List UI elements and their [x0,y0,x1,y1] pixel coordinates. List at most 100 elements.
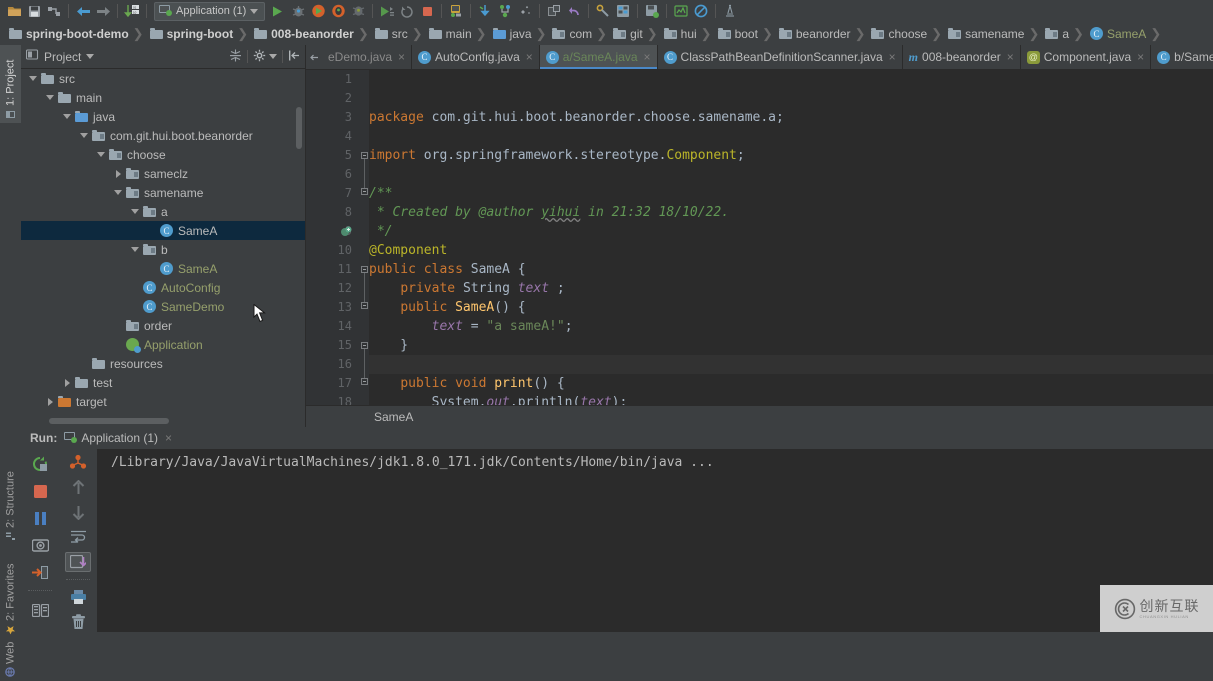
tree-node-application[interactable]: Application [21,335,305,354]
run-icon[interactable] [268,1,288,21]
rerun-icon[interactable] [397,1,417,21]
chevron-right-icon[interactable] [112,164,124,183]
down-arrow-icon[interactable] [65,502,91,522]
back-arrow-icon[interactable] [73,1,93,21]
chevron-down-icon[interactable] [269,54,277,59]
undo-icon[interactable] [564,1,584,21]
tree-node-a[interactable]: a [21,202,305,221]
tree-node-b[interactable]: b [21,240,305,259]
forward-arrow-icon[interactable] [93,1,113,21]
trash-icon[interactable] [65,612,91,632]
spring-bean-gutter-icon[interactable] [340,226,352,238]
save-all-icon[interactable] [24,1,44,21]
settings-gear-icon[interactable] [253,49,266,65]
export-icon[interactable] [27,561,53,583]
tree-expander[interactable] [112,316,124,335]
chevron-down-icon[interactable] [86,54,95,59]
rerun-icon[interactable] [27,453,53,475]
settings-wrench-icon[interactable] [593,1,613,21]
tree-vertical-scrollbar[interactable] [296,107,302,149]
tree-node-main[interactable]: main [21,88,305,107]
tree-expander[interactable] [146,259,158,278]
close-icon[interactable]: × [889,50,896,64]
debug-icon[interactable] [288,1,308,21]
tree-expander[interactable] [129,297,141,316]
tree-node-com-git-hui-boot-beanorder[interactable]: com.git.hui.boot.beanorder [21,126,305,145]
monitor-icon[interactable] [671,1,691,21]
console-output[interactable]: /Library/Java/JavaVirtualMachines/jdk1.8… [97,449,1213,632]
tree-horizontal-scrollbar[interactable] [49,418,169,424]
fold-marker-icon[interactable] [361,152,368,159]
save-settings-icon[interactable] [642,1,662,21]
camera-icon[interactable] [27,534,53,556]
tree-node-java[interactable]: java [21,107,305,126]
tree-node-target[interactable]: target [21,392,305,411]
editor-tab-edemo-java[interactable]: eDemo.java × [322,45,413,69]
run-with-coverage-icon[interactable] [308,1,328,21]
breadcrumb-item-spring-boot[interactable]: spring-boot [145,22,237,45]
tree-expander[interactable] [129,278,141,297]
update-app-icon[interactable] [377,1,397,21]
chevron-down-icon[interactable] [44,88,56,107]
pause-icon[interactable] [27,507,53,529]
breadcrumb-item-java[interactable]: java [488,22,535,45]
tree-node-samea[interactable]: C SameA [21,259,305,278]
editor-tab-a-samea-java[interactable]: Ca/SameA.java × [539,45,658,69]
close-icon[interactable]: × [1007,50,1014,64]
open-folder-icon[interactable] [4,1,24,21]
tree-expander[interactable] [146,221,158,240]
breadcrumb-item-hui[interactable]: hui [659,22,700,45]
tree-node-test[interactable]: test [21,373,305,392]
up-arrow-icon[interactable] [65,478,91,498]
sidebar-item-structure[interactable]: 2: Structure [0,453,21,545]
breadcrumb-item-boot[interactable]: boot [713,22,761,45]
tree-node-autoconfig[interactable]: C AutoConfig [21,278,305,297]
sidebar-item-web[interactable]: Web [0,641,21,681]
code-text[interactable]: package com.git.hui.boot.beanorder.choos… [369,70,1213,428]
tree-node-samea[interactable]: C SameA [21,221,305,240]
fold-marker-icon[interactable] [361,302,368,309]
editor-tab-classpathbeandefinitionscanner-java[interactable]: C ClassPathBeanDefinitionScanner.java × [658,45,903,69]
no-entry-icon[interactable] [691,1,711,21]
breadcrumb-item-choose[interactable]: choose [866,22,930,45]
chevron-down-icon[interactable] [129,240,141,259]
build-icon[interactable] [446,1,466,21]
chevron-down-icon[interactable] [61,107,73,126]
tree-expander[interactable] [78,354,90,373]
project-structure-icon[interactable] [613,1,633,21]
breadcrumb-item-spring-boot-demo[interactable]: spring-boot-demo [4,22,132,45]
breadcrumb-item-src[interactable]: src [370,22,411,45]
close-icon[interactable]: × [644,50,651,64]
soft-wrap-icon[interactable] [65,527,91,547]
run-tab[interactable]: Application (1) × [63,431,172,446]
attach-icon[interactable] [348,1,368,21]
sync-icon[interactable] [44,1,64,21]
breadcrumb-item-beanorder[interactable]: beanorder [774,22,854,45]
print-icon[interactable] [65,588,91,608]
compile-icon[interactable]: 01 10 [122,1,142,21]
chevron-down-icon[interactable] [27,69,39,88]
collapse-all-icon[interactable] [229,49,242,65]
chevron-right-icon[interactable] [44,392,56,411]
tabs-scroll-left-icon[interactable] [306,45,322,69]
tree-node-src[interactable]: src [21,69,305,88]
code-folding-strip[interactable] [360,70,369,407]
editor-tab-008-beanorder[interactable]: m 008-beanorder × [903,45,1021,69]
search-everywhere-icon[interactable] [720,1,740,21]
breadcrumb-item-git[interactable]: git [608,22,646,45]
editor-tab-component-java[interactable]: @ Component.java × [1021,45,1152,69]
fold-marker-icon[interactable] [361,188,368,195]
tree-node-samename[interactable]: samename [21,183,305,202]
tree-node-sameclz[interactable]: sameclz [21,164,305,183]
chevron-down-icon[interactable] [112,183,124,202]
chevron-down-icon[interactable] [129,202,141,221]
sidebar-item-project[interactable]: 1: Project [0,45,21,123]
layout-icon[interactable] [27,599,53,621]
scroll-to-end-icon[interactable] [65,551,91,572]
editor-tab-b-samea[interactable]: Cb/SameA× [1151,45,1213,69]
fold-marker-icon[interactable] [361,378,368,385]
fold-marker-icon[interactable] [361,266,368,273]
close-icon[interactable]: × [526,50,533,64]
tree-node-choose[interactable]: choose [21,145,305,164]
external-tool-icon[interactable] [544,1,564,21]
